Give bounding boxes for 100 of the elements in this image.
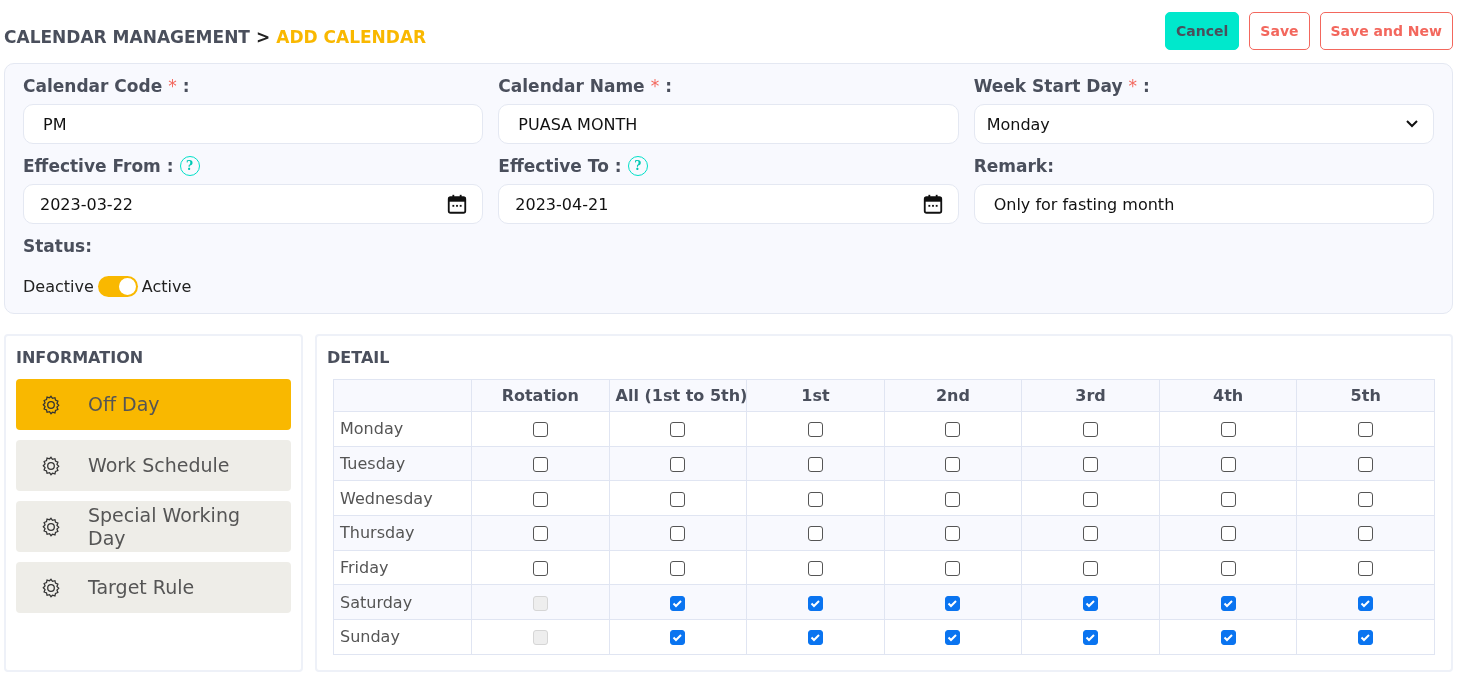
- field-label: Effective From: [23, 156, 161, 176]
- gear-icon: [40, 454, 62, 477]
- checkbox[interactable]: [945, 526, 961, 542]
- checkbox[interactable]: [945, 457, 961, 473]
- column-header: 3rd: [1021, 379, 1160, 412]
- checkbox[interactable]: [1220, 630, 1236, 646]
- checkbox[interactable]: [807, 561, 823, 577]
- breadcrumb-link[interactable]: CALENDAR MANAGEMENT: [4, 27, 250, 47]
- checkbox[interactable]: [1083, 526, 1099, 542]
- checkbox[interactable]: [1358, 422, 1374, 438]
- checkbox[interactable]: [1220, 491, 1236, 507]
- gear-icon: [40, 393, 62, 416]
- day-cell: Wednesday: [333, 480, 472, 516]
- checkbox[interactable]: [532, 561, 548, 577]
- toggle-on-label: Active: [141, 277, 192, 296]
- field-label: Remark:: [973, 156, 1054, 176]
- checkbox[interactable]: [1083, 457, 1099, 473]
- field-label: Calendar Name: [498, 76, 645, 96]
- menu-item[interactable]: Target Rule: [16, 562, 291, 613]
- label-colon: :: [182, 76, 190, 96]
- cancel-button[interactable]: Cancel: [1165, 12, 1240, 50]
- required-mark: *: [650, 76, 660, 96]
- checkbox[interactable]: [1358, 526, 1374, 542]
- checkbox[interactable]: [670, 630, 686, 646]
- checkbox[interactable]: [1358, 457, 1374, 473]
- checkbox[interactable]: [1358, 491, 1374, 507]
- field-label: Status:: [23, 236, 92, 256]
- checkbox[interactable]: [670, 595, 686, 611]
- checkbox[interactable]: [532, 457, 548, 473]
- toggle-off-label: Deactive: [23, 277, 94, 296]
- checkbox[interactable]: [1358, 561, 1374, 577]
- calendar-icon[interactable]: [921, 193, 944, 215]
- day-cell: Friday: [333, 550, 472, 585]
- checkbox[interactable]: [945, 561, 961, 577]
- gear-icon: [40, 515, 62, 538]
- breadcrumb-separator: >: [255, 27, 271, 47]
- chevron-down-icon: [1405, 119, 1419, 129]
- input-field[interactable]: PUASA MONTH: [498, 104, 959, 144]
- checkbox[interactable]: [945, 630, 961, 646]
- section-title: DETAIL: [327, 348, 391, 367]
- menu-item[interactable]: Work Schedule: [16, 440, 291, 491]
- checkbox[interactable]: [1083, 630, 1099, 646]
- checkbox[interactable]: [807, 457, 823, 473]
- label-colon: :: [665, 76, 672, 96]
- checkbox[interactable]: [1220, 457, 1236, 473]
- page-title: ADD CALENDAR: [276, 27, 427, 47]
- date-field[interactable]: 2023-04-21: [498, 184, 959, 224]
- checkbox[interactable]: [1220, 561, 1236, 577]
- column-header: 2nd: [884, 379, 1022, 412]
- checkbox[interactable]: [670, 422, 686, 438]
- column-header: 1st: [746, 379, 885, 412]
- checkbox[interactable]: [807, 630, 823, 646]
- column-header: Rotation: [471, 379, 610, 412]
- menu-item[interactable]: Off Day: [16, 379, 291, 430]
- checkbox[interactable]: [532, 526, 548, 542]
- select-field[interactable]: Monday: [973, 104, 1434, 144]
- checkbox[interactable]: [1220, 526, 1236, 542]
- checkbox[interactable]: [1358, 630, 1374, 646]
- label-colon: :: [614, 156, 622, 176]
- checkbox[interactable]: [807, 526, 823, 542]
- section-title: INFORMATION: [16, 348, 145, 367]
- required-mark: *: [1128, 76, 1137, 96]
- calendar-icon[interactable]: [446, 193, 469, 215]
- checkbox[interactable]: [670, 491, 686, 507]
- checkbox[interactable]: [1220, 595, 1236, 611]
- checkbox[interactable]: [1083, 422, 1099, 438]
- checkbox[interactable]: [670, 561, 686, 577]
- day-cell: Tuesday: [333, 446, 472, 481]
- checkbox[interactable]: [1083, 561, 1099, 577]
- checkbox[interactable]: [1220, 422, 1236, 438]
- input-field[interactable]: PM: [23, 104, 484, 144]
- gear-icon: [40, 576, 62, 599]
- checkbox[interactable]: [532, 491, 548, 507]
- checkbox[interactable]: [670, 526, 686, 542]
- checkbox[interactable]: [807, 595, 823, 611]
- checkbox[interactable]: [807, 422, 823, 438]
- day-cell: Thursday: [333, 515, 472, 551]
- input-field[interactable]: Only for fasting month: [973, 184, 1434, 224]
- checkbox[interactable]: [1083, 491, 1099, 507]
- menu-item[interactable]: Special Working Day: [16, 501, 291, 552]
- column-header: All (1st to 5th): [609, 379, 747, 412]
- status-toggle[interactable]: [97, 276, 138, 297]
- checkbox[interactable]: [1083, 595, 1099, 611]
- day-cell: Sunday: [333, 619, 472, 655]
- checkbox[interactable]: [1358, 595, 1374, 611]
- label-colon: :: [1143, 76, 1150, 96]
- date-field[interactable]: 2023-03-22: [23, 184, 484, 224]
- day-cell: Monday: [333, 411, 472, 447]
- label-colon: :: [166, 156, 174, 176]
- required-mark: *: [168, 76, 177, 96]
- column-header: 4th: [1159, 379, 1297, 412]
- checkbox[interactable]: [807, 491, 823, 507]
- column-header: 5th: [1296, 379, 1435, 412]
- checkbox[interactable]: [945, 595, 961, 611]
- checkbox[interactable]: [532, 422, 548, 438]
- checkbox[interactable]: [670, 457, 686, 473]
- checkbox[interactable]: [945, 491, 961, 507]
- checkbox[interactable]: [945, 422, 961, 438]
- field-label: Week Start Day: [973, 76, 1123, 96]
- field-label: Effective To: [498, 156, 609, 176]
